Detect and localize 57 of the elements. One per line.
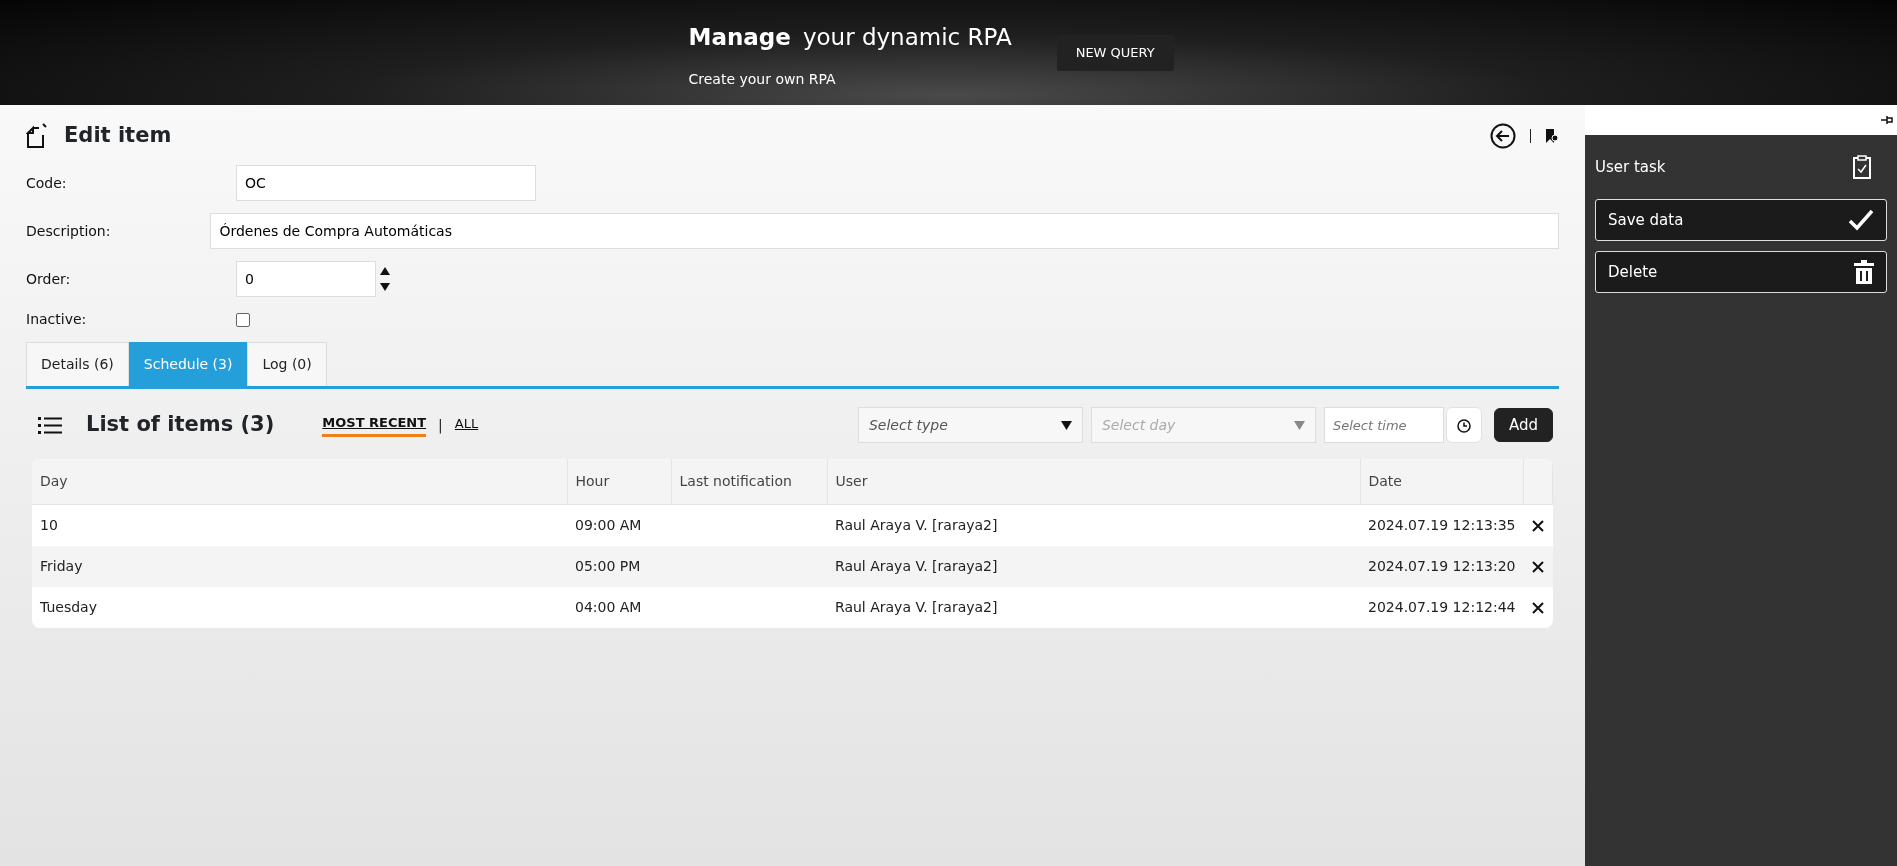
clock-button[interactable] [1445,407,1482,443]
list-icon [38,416,62,434]
field-label: Inactive: [26,310,88,329]
list-title: List of items (3) [86,411,275,439]
tab[interactable]: Log (0) [247,342,327,386]
banner-title: Manage your dynamic RPA [688,23,1012,52]
delete-row-icon[interactable] [1532,602,1544,614]
table-cell: 2024.07.19 12:12:44 [1368,599,1516,615]
banner-subtitle: Create your own RPA [688,69,837,89]
time-field[interactable]: Select time [1323,407,1444,443]
caret-icon [1060,420,1072,430]
table-cell: Raul Araya V. [raraya2] [835,558,998,574]
table-cell: 05:00 PM [575,558,641,574]
checkbox[interactable] [236,312,250,327]
table-cell: 09:00 AM [575,517,642,533]
sidebar-title: User task [1595,156,1666,178]
trash-icon [1854,260,1874,284]
table-cell: 2024.07.19 12:13:35 [1368,517,1516,533]
edit-document-icon [26,123,48,149]
sidebar-action-button[interactable]: Save data [1595,199,1887,241]
delete-row-icon[interactable] [1532,561,1544,573]
table-cell: Tuesday [40,599,97,615]
table-cell: Raul Araya V. [raraya2] [835,599,998,615]
pin-icon[interactable] [1881,115,1893,125]
add-button[interactable]: Add [1493,408,1553,442]
filter-link[interactable]: MOST RECENT [322,412,427,438]
field-label: Order: [26,269,72,289]
column-header: Day [32,459,567,505]
table-cell: 2024.07.19 12:13:20 [1368,558,1516,574]
table-cell: 10 [40,517,58,533]
column-header: Date [1360,459,1524,505]
column-header: Hour [567,459,671,505]
increment-icon[interactable] [380,267,390,275]
table-cell: Friday [40,558,83,574]
field-label: Description: [26,221,112,241]
input-field[interactable]: Órdenes de Compra Automáticas [210,213,1559,249]
table-cell: 04:00 AM [575,599,642,615]
column-header: User [827,459,1360,505]
filter-link[interactable]: ALL [454,414,479,436]
column-header: Last notification [671,459,827,505]
clipboard-check-icon [1853,155,1871,179]
field-label: Code: [26,173,68,193]
input-field[interactable]: OC [236,165,536,201]
page-title: Edit item [64,123,172,149]
caret-icon [1293,420,1305,430]
select-dropdown[interactable]: Select type [857,407,1083,443]
delete-row-icon[interactable] [1532,520,1544,532]
tab[interactable]: Details (6) [26,342,129,386]
clock-icon [1456,418,1471,433]
separator: | [438,415,443,436]
decrement-icon[interactable] [380,283,390,291]
sidebar-action-button[interactable]: Delete [1595,251,1887,293]
bookmark-gear-icon[interactable] [1545,128,1559,144]
input-field[interactable]: 0 [236,261,376,297]
new-query-button[interactable]: NEW QUERY [1056,35,1174,71]
table-cell: Raul Araya V. [raraya2] [835,517,998,533]
checkmark-icon [1848,209,1874,231]
